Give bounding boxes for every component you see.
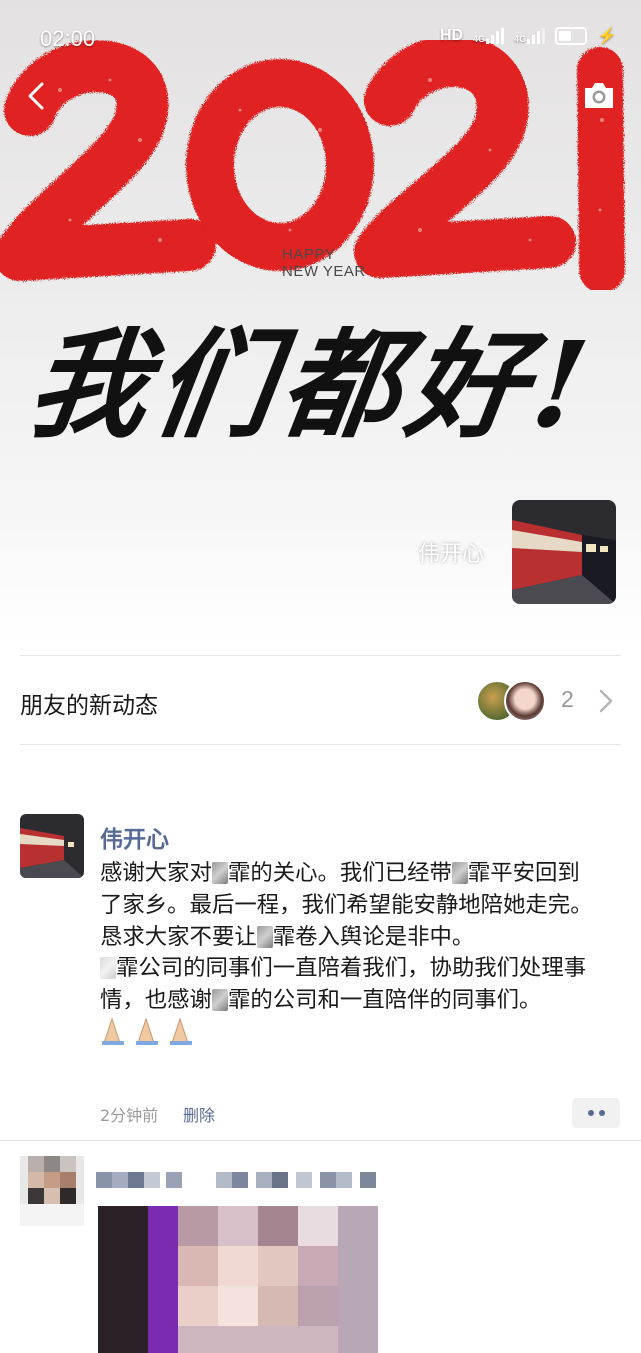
charging-icon: ⚡ xyxy=(597,28,617,45)
friends-updates-count: 2 xyxy=(561,686,574,712)
post-author-avatar[interactable] xyxy=(20,814,84,878)
friends-updates-label: 朋友的新动态 xyxy=(20,693,158,719)
back-icon[interactable] xyxy=(18,76,58,116)
friend-avatar xyxy=(504,680,546,722)
cover-slogan: 我们都好! xyxy=(20,315,604,454)
cover-owner-avatar[interactable] xyxy=(512,500,616,604)
status-time: 02:00 xyxy=(40,26,96,51)
divider xyxy=(20,744,621,745)
blurred-author-name xyxy=(96,1172,376,1188)
redacted-mark xyxy=(211,862,228,884)
signal-icon: 4G xyxy=(514,28,546,44)
happy-new-year-text: HAPPY NEW YEAR xyxy=(282,246,366,280)
camera-icon[interactable] xyxy=(581,80,617,112)
battery-icon xyxy=(555,27,588,45)
post-time: 2分钟前 xyxy=(100,1106,159,1125)
folded-hands-emoji xyxy=(100,1017,202,1055)
hd-indicator: HD xyxy=(439,27,464,44)
more-dots-icon[interactable] xyxy=(572,1098,620,1128)
divider xyxy=(0,1140,641,1141)
post-author-name[interactable]: 伟开心 xyxy=(100,820,169,854)
chevron-right-icon xyxy=(599,689,613,713)
post-text: 感谢大家对 霏的关心。我们已经带 霏平安回到了家乡。最后一程，我们希望能安静地陪她走… xyxy=(100,858,600,1055)
cover-owner-name: 伟开心 xyxy=(418,542,485,567)
redacted-mark xyxy=(100,957,116,980)
status-icons: HD 4G 4G ⚡ xyxy=(440,26,617,46)
cover-photo[interactable]: 02:00 HD 4G 4G ⚡ HAPPY NEW YEAR 我们都好! 伟开… xyxy=(0,0,641,640)
redacted-mark xyxy=(211,989,228,1012)
signal-icon: 4G xyxy=(473,28,505,44)
redacted-mark xyxy=(451,862,468,884)
redacted-mark xyxy=(256,925,273,948)
friends-updates-row[interactable]: 朋友的新动态 2 xyxy=(0,656,641,744)
train-platform-image xyxy=(20,814,84,878)
blurred-post-image[interactable] xyxy=(98,1206,378,1353)
status-bar: 02:00 HD 4G 4G ⚡ xyxy=(0,0,641,80)
train-platform-image xyxy=(512,500,616,604)
blurred-avatar[interactable] xyxy=(20,1156,84,1226)
delete-link[interactable]: 删除 xyxy=(183,1102,215,1126)
